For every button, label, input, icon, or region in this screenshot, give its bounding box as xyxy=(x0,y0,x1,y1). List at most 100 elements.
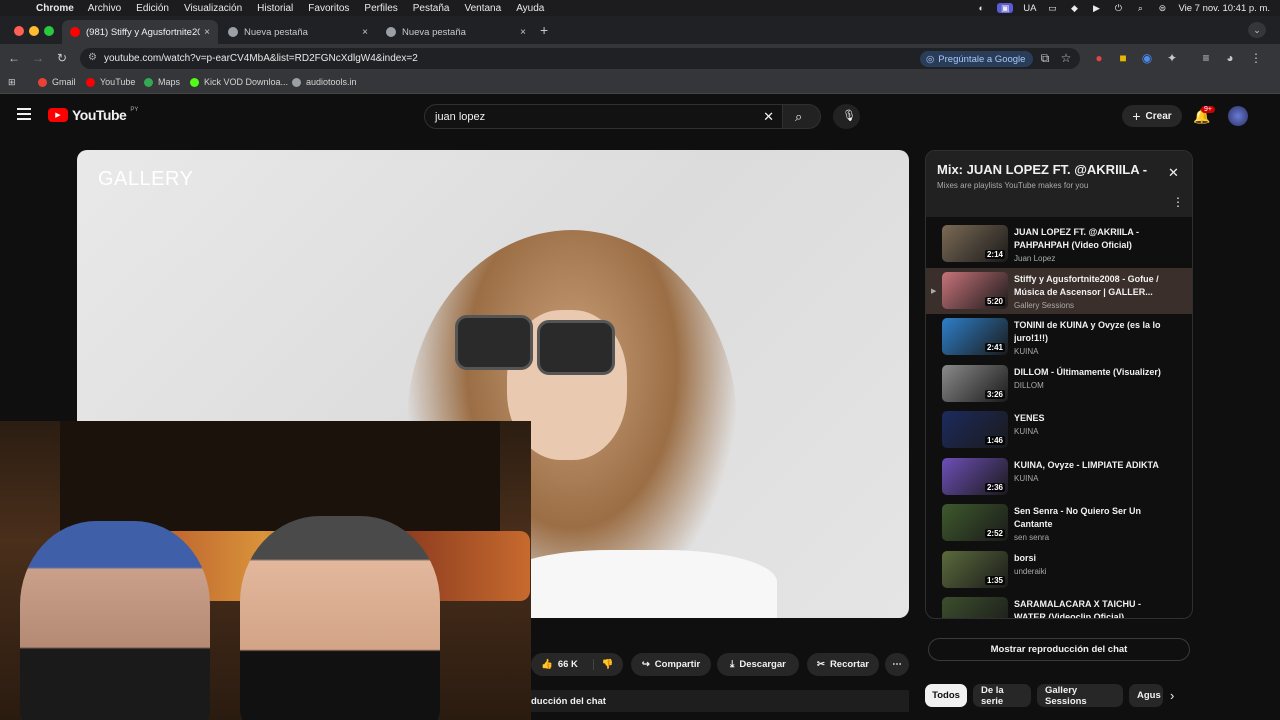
bookmark-gmail[interactable]: Gmail xyxy=(38,77,76,87)
forward-arrow-icon[interactable]: → xyxy=(30,50,46,66)
create-button[interactable]: + Crear xyxy=(1122,105,1182,127)
download-button[interactable]: ⤓ Descargar xyxy=(717,653,799,676)
hamburger-menu-icon[interactable] xyxy=(17,108,31,120)
bookmark-kick-vod[interactable]: Kick VOD Downloa... xyxy=(190,77,288,87)
power-icon[interactable]: ⏻ xyxy=(1112,3,1124,13)
playlist-item[interactable]: 2:52 Sen Senra - No Quiero Ser Un Cantant… xyxy=(926,500,1192,546)
wifi-extension-icon[interactable]: ◆ xyxy=(1068,3,1080,13)
chip-de-la-serie[interactable]: De la serie xyxy=(973,684,1031,707)
youtube-play-logo-icon: ▶ xyxy=(48,108,68,122)
back-arrow-icon[interactable]: ← xyxy=(6,50,22,66)
spotlight-search-icon[interactable]: ⌕ xyxy=(1134,3,1146,13)
playlist-item-title: KUINA, Ovyze - LIMPIATE ADIKTA xyxy=(1014,459,1159,470)
chip-gallery-sessions[interactable]: Gallery Sessions xyxy=(1037,684,1123,707)
extension-record-icon[interactable]: ● xyxy=(1091,50,1107,66)
extension-bitcoin-icon[interactable]: ■ xyxy=(1115,50,1131,66)
status-circle-icon[interactable]: ◐ xyxy=(975,3,987,13)
tab-new-tab-1[interactable]: Nueva pestaña × xyxy=(220,20,376,44)
playlist-item[interactable]: ▶ 5:20 Stiffy y Agusfortnite2008 - Gofue /… xyxy=(926,267,1192,314)
more-actions-button[interactable]: ⋯ xyxy=(885,653,909,676)
tab-new-tab-2[interactable]: Nueva pestaña × xyxy=(378,20,534,44)
share-label: Compartir xyxy=(654,659,701,670)
media-controls-icon[interactable]: ≡ xyxy=(1198,50,1214,66)
tab-title: Nueva pestaña xyxy=(402,26,466,38)
bookmark-youtube[interactable]: YouTube xyxy=(86,77,135,87)
apps-grid-icon[interactable]: ⊞ xyxy=(8,77,16,88)
chip-agus[interactable]: Agus xyxy=(1129,684,1163,707)
search-value: juan lopez xyxy=(435,110,486,123)
share-button[interactable]: ↪ Compartir xyxy=(631,653,711,676)
menu-archivo[interactable]: Archivo xyxy=(88,3,121,14)
profile-avatar-icon[interactable]: ◕ xyxy=(1222,50,1238,66)
new-tab-button[interactable]: + xyxy=(540,22,548,38)
playlist-item-channel: underaiki xyxy=(1014,566,1047,576)
playlist-menu-icon[interactable]: ⋮ xyxy=(1172,195,1184,209)
playlist-item-channel: DILLOM xyxy=(1014,380,1044,390)
menu-favoritos[interactable]: Favoritos xyxy=(308,3,349,14)
app-menu-chrome[interactable]: Chrome xyxy=(36,3,74,14)
playlist-item[interactable]: 3:26 DILLOM - Últimamente (Visualizer) DIL… xyxy=(926,361,1192,407)
playlist-title[interactable]: Mix: JUAN LOPEZ FT. @AKRIILA -... xyxy=(937,162,1147,177)
playlist-item[interactable]: 2:41 TONINI de KUINA y Ovyze (es la lo ju… xyxy=(926,314,1192,360)
install-app-icon[interactable]: ⧉ xyxy=(1037,50,1053,66)
tab-search-chevron-icon[interactable]: ⌄ xyxy=(1248,22,1266,38)
ask-google-button[interactable]: ◎ Pregúntale a Google xyxy=(920,51,1034,67)
chat-replay-bar[interactable]: ducción del chat xyxy=(531,690,909,712)
voice-search-button[interactable]: 🎙 xyxy=(833,104,860,129)
dislike-thumb-icon[interactable]: 👎 xyxy=(592,659,614,670)
window-close-button[interactable] xyxy=(14,26,24,36)
search-button[interactable]: ⌕ xyxy=(783,104,821,129)
tab-close-icon[interactable]: × xyxy=(516,27,530,38)
chips-next-chevron-icon[interactable]: › xyxy=(1170,688,1174,703)
display-icon[interactable]: ▭ xyxy=(1046,3,1058,13)
account-avatar[interactable] xyxy=(1228,106,1248,126)
menu-ayuda[interactable]: Ayuda xyxy=(516,3,544,14)
like-count[interactable]: 66 K xyxy=(558,659,578,670)
menu-visualizacion[interactable]: Visualización xyxy=(184,3,242,14)
menu-edicion[interactable]: Edición xyxy=(136,3,169,14)
site-info-icon[interactable]: ⚙ xyxy=(88,52,97,63)
menu-perfiles[interactable]: Perfiles xyxy=(364,3,397,14)
extensions-puzzle-icon[interactable]: ✦ xyxy=(1164,50,1180,66)
region-code: PY xyxy=(130,107,139,113)
tab-youtube-video[interactable]: (981) Stiffy y Agusfortnite2008 × xyxy=(62,20,218,44)
playlist-item[interactable]: 1:35 borsi underaiki xyxy=(926,547,1192,593)
clear-search-icon[interactable]: ✕ xyxy=(763,109,774,125)
menu-pestana[interactable]: Pestaña xyxy=(413,3,450,14)
clip-button[interactable]: ✂ Recortar xyxy=(807,653,879,676)
menubar-clock[interactable]: Vie 7 nov. 10:41 p. m. xyxy=(1178,3,1270,14)
playlist-item[interactable]: 1:46 YENES KUINA xyxy=(926,407,1192,453)
extension-blue-icon[interactable]: ◉ xyxy=(1139,50,1155,66)
chrome-toolbar: ← → ↻ ⚙ youtube.com/watch?v=p-earCV4MbA&… xyxy=(0,44,1280,72)
control-center-icon[interactable]: ⊜ xyxy=(1156,3,1168,13)
playlist-item-channel: KUINA xyxy=(1014,473,1039,483)
bookmark-maps[interactable]: Maps xyxy=(144,77,180,87)
input-language-indicator[interactable]: UA xyxy=(1023,3,1036,14)
youtube-logo[interactable]: ▶ YouTube PY xyxy=(48,107,138,123)
menu-ventana[interactable]: Ventana xyxy=(464,3,501,14)
playlist-item-thumbnail: 2:36 xyxy=(942,457,1008,495)
playlist-item-thumbnail: 2:41 xyxy=(942,318,1008,355)
play-status-icon[interactable]: ▶ xyxy=(1090,3,1102,13)
menu-historial[interactable]: Historial xyxy=(257,3,293,14)
playlist-item[interactable]: 2:14 JUAN LOPEZ FT. @AKRIILA - PAHPAHPAH … xyxy=(926,221,1192,267)
streamer-webcam-overlay xyxy=(0,421,531,720)
playlist-item[interactable]: 3:19 SARAMALACARA X TAICHU - WATER (Video… xyxy=(926,593,1192,618)
reload-icon[interactable]: ↻ xyxy=(54,50,70,66)
window-minimize-button[interactable] xyxy=(29,26,39,36)
bookmark-audiotools[interactable]: audiotools.in xyxy=(292,77,357,87)
tab-close-icon[interactable]: × xyxy=(358,27,372,38)
search-input[interactable]: juan lopez ✕ xyxy=(424,104,783,129)
mix-playlist-panel: Mix: JUAN LOPEZ FT. @AKRIILA -... Mixes … xyxy=(925,150,1193,619)
chrome-menu-icon[interactable]: ⋮ xyxy=(1248,50,1264,66)
like-thumb-icon[interactable]: 👍 xyxy=(541,659,553,670)
playlist-item[interactable]: 2:36 KUINA, Ovyze - LIMPIATE ADIKTA KUINA xyxy=(926,454,1192,500)
window-zoom-button[interactable] xyxy=(44,26,54,36)
close-playlist-icon[interactable]: ✕ xyxy=(1168,165,1179,181)
chip-todos[interactable]: Todos xyxy=(925,684,967,707)
bookmark-star-icon[interactable]: ☆ xyxy=(1058,50,1074,66)
tab-close-icon[interactable]: × xyxy=(200,27,214,38)
playlist-item-title: borsi xyxy=(1014,552,1037,563)
show-chat-replay-button[interactable]: Mostrar reproducción del chat xyxy=(928,638,1190,661)
screen-share-icon[interactable]: ▣ xyxy=(997,3,1014,13)
